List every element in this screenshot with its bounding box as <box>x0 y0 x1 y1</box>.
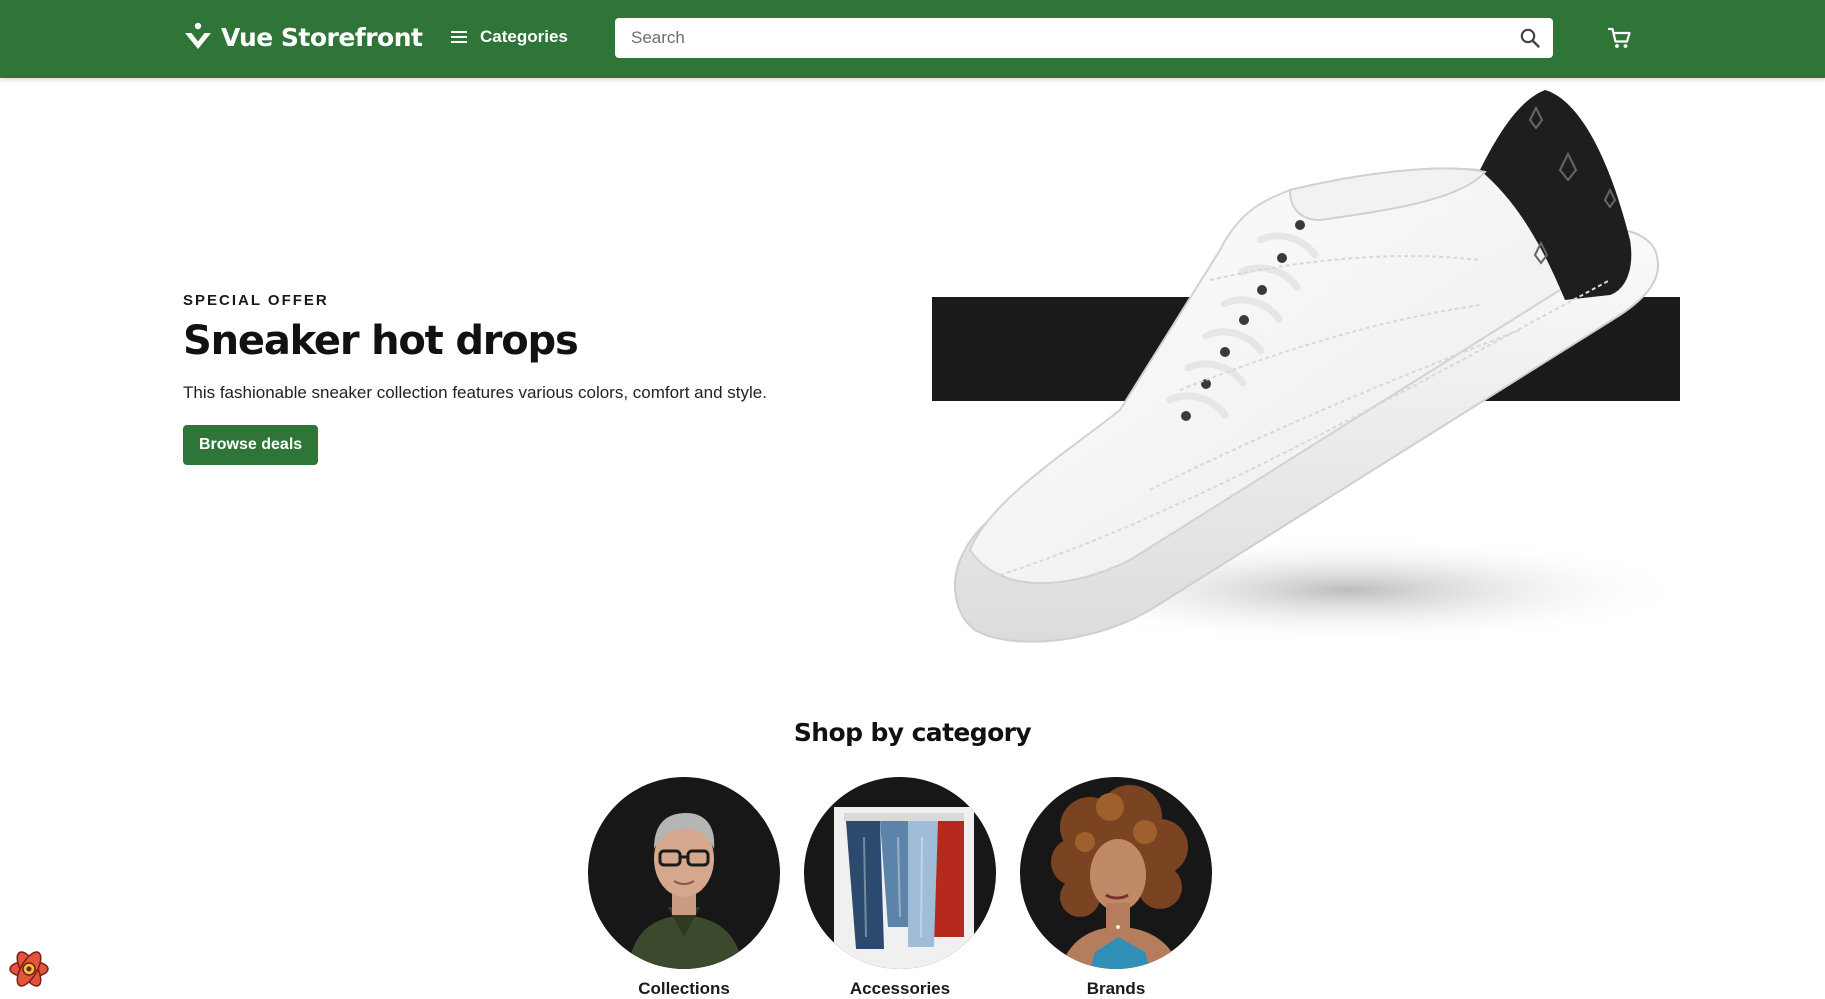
cart-button[interactable] <box>1604 22 1636 54</box>
category-collections-image <box>588 777 780 969</box>
category-accessories[interactable]: Accessories <box>804 777 996 999</box>
category-collections[interactable]: Collections <box>588 777 780 999</box>
browse-deals-button[interactable]: Browse deals <box>183 425 319 465</box>
categories-label: Categories <box>480 27 568 46</box>
category-label: Collections <box>638 979 730 998</box>
category-brands[interactable]: Brands <box>1020 777 1212 999</box>
cart-icon <box>1607 27 1631 48</box>
category-label: Brands <box>1086 979 1146 998</box>
top-navbar: Vue Storefront Categories <box>0 0 1825 78</box>
category-accessories-image <box>804 777 996 969</box>
category-brands-image <box>1020 777 1212 969</box>
hamburger-menu-icon <box>451 31 467 43</box>
search-input[interactable] <box>615 18 1495 58</box>
logo-link[interactable]: Vue Storefront <box>183 20 423 54</box>
logo-text: Vue Storefront <box>221 22 423 52</box>
search-icon <box>1520 28 1540 48</box>
hero-overline: SPECIAL OFFER <box>183 292 329 309</box>
search-form <box>615 18 1553 58</box>
category-label: Accessories <box>849 979 951 998</box>
search-button[interactable] <box>1515 23 1545 53</box>
categories-menu-button[interactable]: Categories <box>444 20 572 54</box>
shop-by-category-title: Shop by category <box>793 718 1032 747</box>
hero-sneaker-image <box>932 90 1690 645</box>
hero-content: SPECIAL OFFER Sneaker hot drops This fas… <box>183 292 823 465</box>
hero-description: This fashionable sneaker collection feat… <box>183 383 767 402</box>
devtools-toggle-icon[interactable] <box>8 948 50 990</box>
hero-title: Sneaker hot drops <box>183 318 579 364</box>
vue-storefront-logo-icon <box>185 22 211 49</box>
